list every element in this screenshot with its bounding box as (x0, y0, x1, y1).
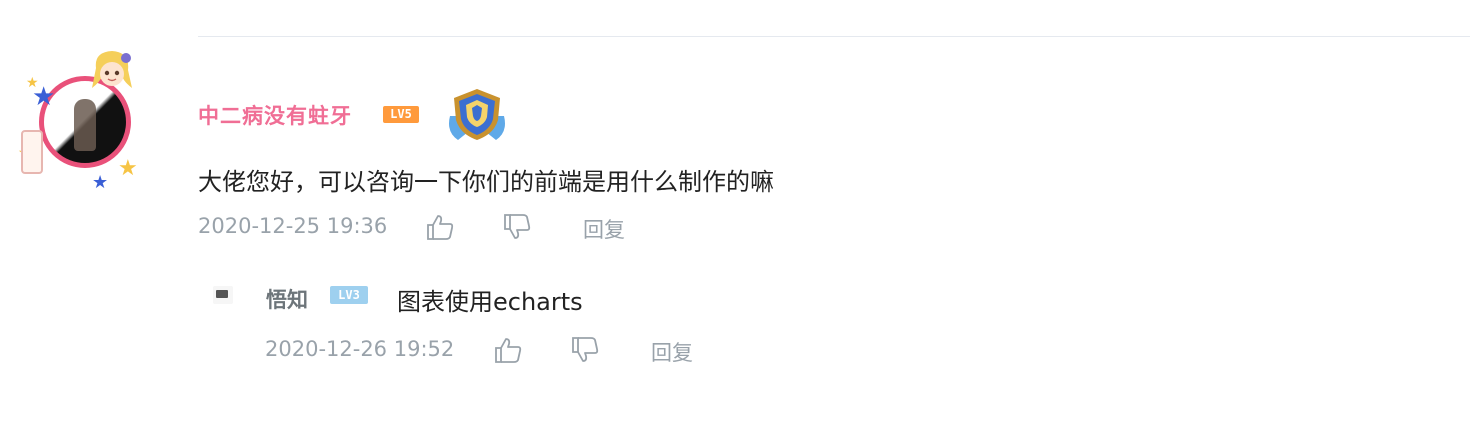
reply-date: 2020-12-26 19:52 (265, 337, 455, 361)
username-link[interactable]: 中二病没有蛀牙 (198, 100, 352, 130)
comment-text: 大佬您好，可以咨询一下你们的前端是用什么制作的嘛 (198, 168, 774, 196)
reply-text: 图表使用echarts (397, 288, 583, 316)
star-icon: ★ (26, 75, 39, 91)
avatar-pendant-icon (92, 51, 132, 88)
dislike-icon[interactable] (502, 212, 532, 242)
comment-date: 2020-12-25 19:36 (198, 214, 388, 238)
avatar[interactable]: ★ ★ ★ ★ ★ (18, 48, 140, 193)
level-badge: LV5 (383, 106, 419, 123)
avatar-figure (74, 99, 96, 151)
like-icon[interactable] (493, 335, 523, 365)
top-divider (198, 36, 1470, 37)
dislike-icon[interactable] (570, 335, 600, 365)
star-icon: ★ (118, 156, 138, 181)
medal-icon (449, 89, 505, 140)
reply-username-link[interactable]: 悟知 (266, 284, 308, 314)
reply-button[interactable]: 回复 (651, 337, 693, 367)
reply-avatar[interactable] (213, 286, 233, 304)
avatar-bottle-decoration (21, 130, 43, 174)
reply-button[interactable]: 回复 (583, 214, 625, 244)
like-icon[interactable] (425, 212, 455, 242)
reply-level-badge: LV3 (330, 286, 368, 304)
star-icon: ★ (92, 172, 109, 193)
